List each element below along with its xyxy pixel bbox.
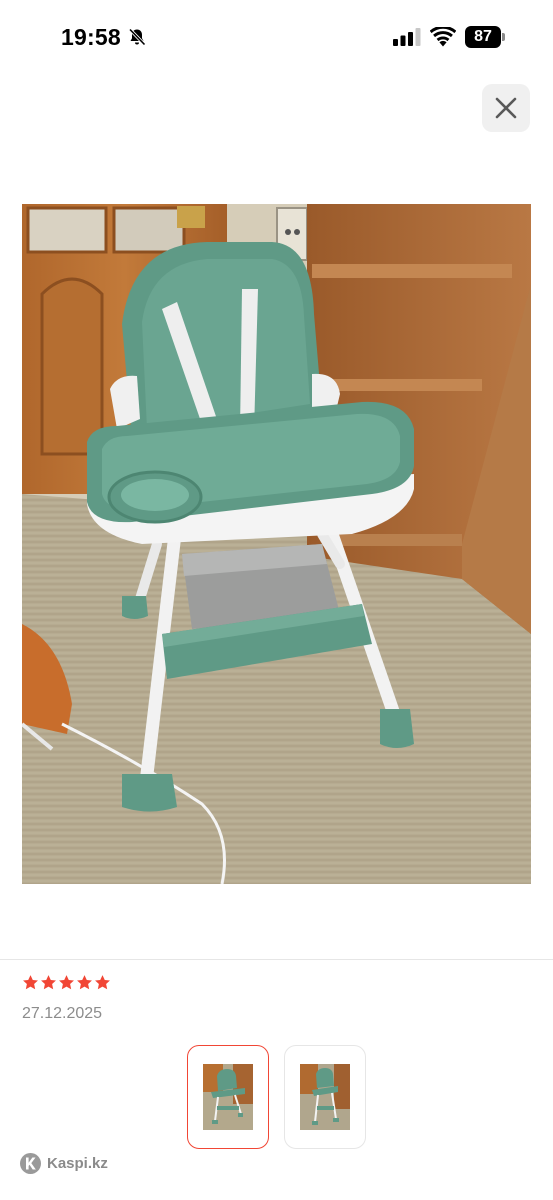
battery-icon: 87 xyxy=(465,26,505,48)
high-chair-photo xyxy=(22,204,531,884)
thumbnail-image xyxy=(203,1064,253,1130)
thumbnail-image xyxy=(300,1064,350,1130)
star-icon xyxy=(41,975,56,990)
kaspi-brand: Kaspi.kz xyxy=(20,1153,108,1174)
thumbnail-2[interactable] xyxy=(284,1045,366,1149)
thumbnail-1-selected[interactable] xyxy=(187,1045,269,1149)
cellular-signal-icon xyxy=(393,28,421,46)
divider xyxy=(0,959,553,960)
review-date: 27.12.2025 xyxy=(22,1005,103,1022)
star-icon xyxy=(77,975,92,990)
star-icon xyxy=(23,975,38,990)
review-rating xyxy=(22,974,111,991)
status-bar: 19:58 87 xyxy=(0,0,553,76)
close-button[interactable] xyxy=(482,84,530,132)
battery-level: 87 xyxy=(465,26,501,48)
bell-off-icon xyxy=(128,28,146,46)
star-icon xyxy=(95,975,110,990)
star-icon xyxy=(59,975,74,990)
close-icon xyxy=(495,97,517,119)
wifi-icon xyxy=(430,27,456,47)
battery-tip xyxy=(502,33,505,41)
brand-name: Kaspi.kz xyxy=(47,1155,108,1172)
status-time: 19:58 xyxy=(61,24,121,50)
main-review-photo[interactable] xyxy=(22,204,531,884)
kaspi-logo-icon xyxy=(20,1153,41,1174)
